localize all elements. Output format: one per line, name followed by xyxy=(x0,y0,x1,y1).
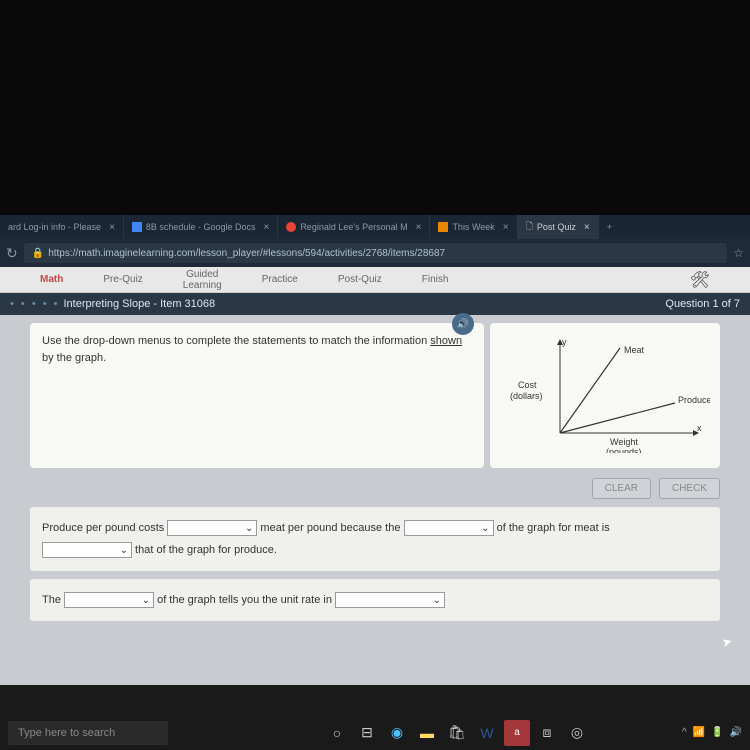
content-area: 🔊 Use the drop-down menus to complete th… xyxy=(0,315,750,685)
dropdown-graph-feature[interactable] xyxy=(404,520,494,536)
tab-label: 8B schedule - Google Docs xyxy=(146,222,256,232)
app-icon[interactable]: ◎ xyxy=(564,720,590,746)
lesson-title: Interpreting Slope - Item 31068 xyxy=(63,298,215,310)
chevron-up-icon[interactable]: ^ xyxy=(682,727,687,738)
cortana-icon[interactable]: ○ xyxy=(324,720,350,746)
dropdown-comparison[interactable] xyxy=(42,542,132,558)
close-icon[interactable]: × xyxy=(584,222,590,233)
progress-dots: • • • • • xyxy=(10,298,59,310)
clear-button[interactable]: CLEAR xyxy=(592,478,651,499)
sentence-text: of the graph tells you the unit rate in xyxy=(154,594,335,606)
browser-tab[interactable]: ard Log-in info - Please × xyxy=(0,215,124,239)
url-text: https://math.imaginelearning.com/lesson_… xyxy=(48,248,445,259)
lesson-nav: Math Pre-Quiz Guided Learning Practice P… xyxy=(0,267,750,293)
instruction-text: Use the drop-down menus to complete the … xyxy=(42,335,430,347)
check-button[interactable]: CHECK xyxy=(659,478,720,499)
explorer-icon[interactable]: ▬ xyxy=(414,720,440,746)
close-icon[interactable]: × xyxy=(109,222,115,233)
sentence-text: The xyxy=(42,594,64,606)
tab-label: Reginald Lee's Personal M xyxy=(300,222,407,232)
toolbox-icon[interactable]: 🛠 xyxy=(690,270,710,290)
dropdown-cost-comparison[interactable] xyxy=(167,520,257,536)
browser-tab-strip: ard Log-in info - Please × 8B schedule - … xyxy=(0,215,750,239)
y-axis-label: y xyxy=(562,337,567,347)
xlabel1: Weight xyxy=(610,437,638,447)
dropdown-unit[interactable] xyxy=(335,592,445,608)
series-produce-label: Produce xyxy=(678,395,710,405)
instruction-text-end: by the graph. xyxy=(42,352,106,364)
x-axis-label: x xyxy=(697,423,702,433)
favorite-icon[interactable]: ☆ xyxy=(733,246,744,260)
nav-practice[interactable]: Practice xyxy=(262,274,298,285)
sentence-text: of the graph for meat is xyxy=(494,522,610,534)
cost-weight-graph: y x Meat Produce Cost (dollars) Weight (… xyxy=(500,333,710,453)
url-bar: ↻ 🔒 https://math.imaginelearning.com/les… xyxy=(0,239,750,267)
series-meat-label: Meat xyxy=(624,345,645,355)
tab-label: ard Log-in info - Please xyxy=(8,222,101,232)
network-icon[interactable]: 📶 xyxy=(693,727,705,738)
windows-taskbar: Type here to search ○ ⊟ ◉ ▬ 🛍 W a ⧈ ◎ ^ … xyxy=(0,715,750,750)
lesson-header: • • • • • Interpreting Slope - Item 3106… xyxy=(0,293,750,315)
graph-panel: y x Meat Produce Cost (dollars) Weight (… xyxy=(490,323,720,468)
nav-guided[interactable]: Guided Learning xyxy=(183,269,222,291)
volume-icon[interactable]: 🔊 xyxy=(730,727,742,738)
browser-tab[interactable]: 8B schedule - Google Docs × xyxy=(124,215,278,239)
access-icon[interactable]: a xyxy=(504,720,530,746)
page-icon: 🗋 xyxy=(526,219,533,235)
sentence-panel-2: The of the graph tells you the unit rate… xyxy=(30,579,720,621)
close-icon[interactable]: × xyxy=(503,222,509,233)
store-icon[interactable]: 🛍 xyxy=(444,720,470,746)
close-icon[interactable]: × xyxy=(263,222,269,233)
nav-prequiz[interactable]: Pre-Quiz xyxy=(103,274,142,285)
subject-label[interactable]: Math xyxy=(40,274,63,285)
ylabel1: Cost xyxy=(518,380,537,390)
tab-label: Post Quiz xyxy=(537,222,576,232)
word-icon[interactable]: W xyxy=(474,720,500,746)
tab-label: This Week xyxy=(452,222,494,232)
instruction-underlined: shown xyxy=(430,335,462,347)
dropdown-graph-property[interactable] xyxy=(64,592,154,608)
instruction-panel: 🔊 Use the drop-down menus to complete th… xyxy=(30,323,484,468)
sentence-text: that of the graph for produce. xyxy=(132,544,277,556)
sentence-text: meat per pound because the xyxy=(257,522,403,534)
nav-finish[interactable]: Finish xyxy=(422,274,449,285)
close-icon[interactable]: × xyxy=(416,222,422,233)
question-counter: Question 1 of 7 xyxy=(665,298,740,310)
app-icon xyxy=(438,222,448,232)
task-view-icon[interactable]: ⊟ xyxy=(354,720,380,746)
url-input[interactable]: 🔒 https://math.imaginelearning.com/lesso… xyxy=(24,243,728,263)
refresh-icon[interactable]: ↻ xyxy=(6,245,18,262)
nav-postquiz[interactable]: Post-Quiz xyxy=(338,274,382,285)
docs-icon xyxy=(132,222,142,232)
taskbar-search[interactable]: Type here to search xyxy=(8,721,168,745)
battery-icon[interactable]: 🔋 xyxy=(711,727,723,738)
xlabel2: (pounds) xyxy=(606,447,642,453)
audio-button[interactable]: 🔊 xyxy=(452,313,474,335)
edge-icon[interactable]: ◉ xyxy=(384,720,410,746)
browser-tab[interactable]: Reginald Lee's Personal M × xyxy=(278,215,430,239)
ylabel2: (dollars) xyxy=(510,391,543,401)
lock-icon: 🔒 xyxy=(32,248,44,259)
browser-tab[interactable]: This Week × xyxy=(430,215,517,239)
browser-tab-active[interactable]: 🗋 Post Quiz × xyxy=(518,215,599,239)
sentence-text: Produce per pound costs xyxy=(42,522,167,534)
app-icon xyxy=(286,222,296,232)
new-tab-button[interactable]: + xyxy=(599,222,620,232)
dropbox-icon[interactable]: ⧈ xyxy=(534,720,560,746)
sentence-panel-1: Produce per pound costs meat per pound b… xyxy=(30,507,720,571)
